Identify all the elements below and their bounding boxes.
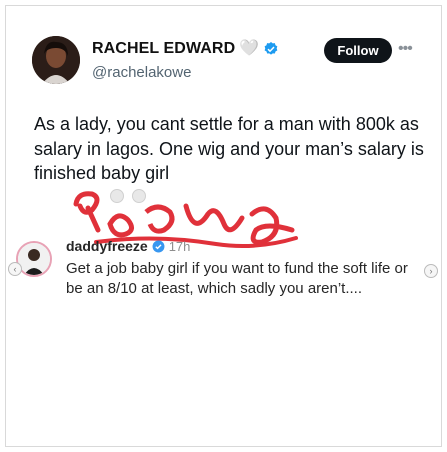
dot-2 (132, 189, 146, 203)
reply-header: daddyfreeze 17h (66, 238, 190, 254)
author-handle[interactable]: @rachelakowe (92, 64, 191, 81)
tweet-text: As a lady, you cant settle for a man wit… (34, 114, 424, 183)
author-avatar[interactable] (32, 36, 80, 84)
emoji-dots (110, 189, 146, 203)
verified-badge-icon (264, 42, 278, 55)
chevron-left-icon[interactable]: ‹ (8, 262, 22, 276)
author-name[interactable]: RACHEL EDWARD (92, 40, 235, 58)
chevron-right-icon[interactable]: › (424, 264, 438, 278)
post-card: RACHEL EDWARD 🤍 @rachelakowe Follow ••• … (5, 5, 442, 447)
author-name-row: RACHEL EDWARD 🤍 (92, 40, 279, 58)
white-heart-emoji: 🤍 (239, 40, 260, 57)
dot-1 (110, 189, 124, 203)
more-horizontal-icon[interactable]: ••• (398, 40, 413, 58)
follow-button[interactable]: Follow (324, 38, 392, 63)
reply-username[interactable]: daddyfreeze (66, 238, 148, 254)
reply-time: 17h (168, 238, 191, 254)
reply-text: Get a job baby girl if you want to fund … (66, 260, 408, 297)
reply-verified-icon (152, 240, 165, 252)
